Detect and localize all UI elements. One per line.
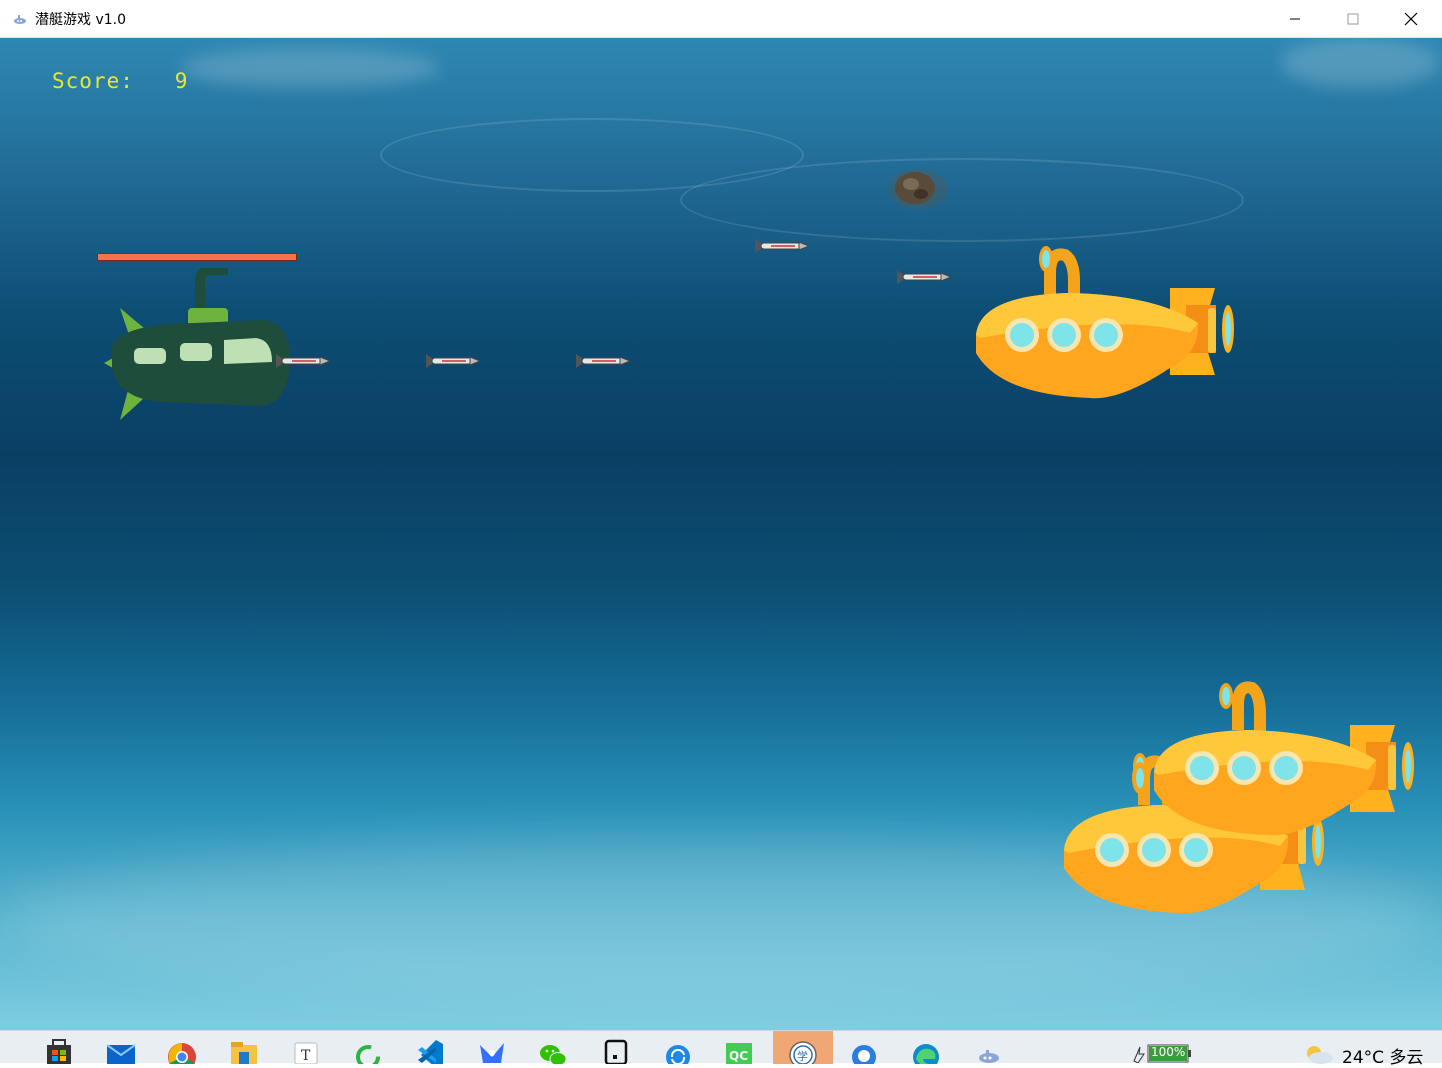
score-display: Score: 9 (52, 69, 188, 93)
close-button[interactable] (1382, 0, 1440, 38)
battery-level: 100% (1151, 1045, 1186, 1059)
enemy-submarine (1132, 681, 1414, 836)
sync-blue-icon[interactable] (663, 1037, 693, 1068)
app-icon (14, 15, 26, 24)
explosion (888, 169, 948, 209)
maximize-button[interactable] (1324, 0, 1382, 38)
player-health-bar (97, 253, 297, 261)
minimize-icon (1290, 18, 1300, 20)
maximize-icon (1347, 13, 1359, 25)
minimize-button[interactable] (1266, 0, 1324, 38)
tablet-icon[interactable] (601, 1037, 631, 1066)
weather-cloud-icon (1307, 1046, 1333, 1064)
qc-icon[interactable]: QC (724, 1037, 754, 1064)
mail-icon[interactable] (106, 1037, 136, 1064)
svg-text:学: 学 (797, 1049, 808, 1063)
torpedo (755, 239, 809, 253)
player-submarine (104, 268, 290, 420)
water-caustic (1280, 38, 1440, 88)
submarine-game-icon[interactable] (974, 1037, 1004, 1064)
torpedo (576, 354, 630, 368)
title-bar: 潜艇游戏 v1.0 (0, 0, 1442, 38)
wechat-icon[interactable] (538, 1037, 568, 1066)
file-explorer-icon[interactable] (229, 1037, 259, 1064)
edge-icon[interactable] (911, 1037, 941, 1068)
typora-icon[interactable]: T (291, 1037, 321, 1065)
school-icon[interactable]: 学 (773, 1031, 833, 1068)
close-icon (1404, 12, 1418, 26)
svg-text:T: T (301, 1048, 311, 1064)
weather-text: 24°C 多云 (1342, 1048, 1424, 1068)
chrome-icon[interactable] (167, 1037, 197, 1068)
water-ripple (380, 118, 804, 192)
feishu-icon[interactable] (477, 1037, 507, 1064)
vscode-icon[interactable] (415, 1037, 445, 1068)
torpedo (276, 354, 330, 368)
enemy-submarine (976, 246, 1234, 399)
torpedo (897, 270, 951, 284)
game-canvas[interactable]: Score: 9 (0, 38, 1442, 1030)
taskbar: T QC 学 100% 24°C 多云 (0, 1030, 1442, 1068)
water-caustic (180, 48, 440, 88)
search-app-icon[interactable] (849, 1037, 879, 1068)
sync-icon[interactable] (353, 1037, 383, 1068)
score-value: 9 (174, 69, 189, 93)
svg-text:QC: QC (729, 1049, 748, 1063)
score-label: Score: (52, 69, 134, 93)
torpedo (426, 354, 480, 368)
store-icon[interactable] (44, 1037, 74, 1064)
window-title: 潜艇游戏 v1.0 (35, 12, 126, 28)
